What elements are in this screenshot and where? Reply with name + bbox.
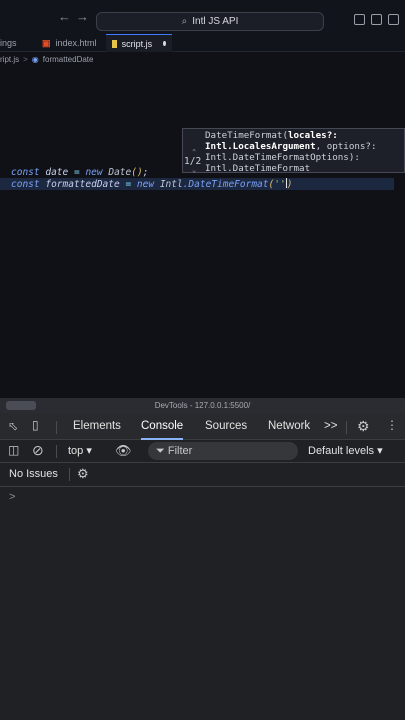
javascript-file-icon	[112, 39, 117, 48]
context-selector[interactable]: top ▾	[68, 444, 92, 457]
code-line[interactable]: const date = new Date();	[11, 167, 148, 178]
context-value: top	[68, 445, 84, 457]
show-sidebar-icon[interactable]: ◫	[8, 443, 19, 457]
signature-line: Intl.LocalesArgument, options?:	[205, 141, 377, 152]
devtools-title-text: DevTools - 127.0.0.1:5500/	[154, 401, 251, 410]
divider	[56, 445, 57, 458]
breadcrumb: ript.js > ◉ formattedDate	[0, 53, 93, 66]
console-filter-input[interactable]: ⏷ Filter	[148, 442, 298, 460]
tab-label: script.js	[121, 38, 153, 49]
keyword: const	[11, 179, 40, 190]
operator: =	[125, 179, 132, 190]
tab-sources[interactable]: Sources	[205, 413, 247, 440]
member-name: .DateTimeFormat	[182, 179, 269, 190]
signature-line: Intl.DateTimeFormat	[205, 163, 377, 174]
operator: =	[73, 167, 80, 178]
clear-console-icon[interactable]: ⊘	[32, 442, 44, 459]
tab-network[interactable]: Network	[268, 413, 310, 440]
more-tabs-icon[interactable]: >>	[324, 413, 337, 440]
code-line-active[interactable]: const formattedDate = new Intl.DateTimeF…	[0, 178, 394, 190]
signature-part: Intl.DateTimeFormatOptions):	[205, 152, 360, 163]
arrow-left-icon[interactable]: ←	[58, 9, 71, 25]
layout-controls	[354, 14, 399, 25]
settings-gear-icon[interactable]: ⚙	[357, 418, 370, 435]
breadcrumb-symbol[interactable]: formattedDate	[43, 55, 94, 64]
tab-elements[interactable]: Elements	[73, 413, 121, 440]
semicolon: ;	[142, 167, 149, 178]
tab-label: index.html	[55, 38, 97, 48]
code-editor[interactable]: const date = new Date(); const formatted…	[0, 66, 405, 398]
namespace-name: Intl	[159, 179, 183, 190]
toggle-primary-sidebar-icon[interactable]	[354, 14, 365, 25]
breadcrumb-file[interactable]: ript.js	[0, 55, 19, 64]
chevron-down-icon[interactable]: ⌄	[192, 166, 196, 174]
chevron-right-icon: >	[23, 55, 28, 64]
device-toolbar-icon[interactable]: ▯	[32, 418, 39, 432]
string-literal: ''	[274, 179, 286, 190]
signature-line: DateTimeFormat(locales?:	[205, 130, 377, 141]
close-paren: )	[286, 179, 293, 190]
devtools-tab-bar: ⬁ ▯ Elements Console Sources Network >> …	[0, 413, 405, 440]
signature-line: Intl.DateTimeFormatOptions):	[205, 152, 377, 163]
html5-icon: ▣	[42, 37, 51, 48]
search-label: Intl JS API	[192, 16, 239, 27]
divider	[346, 421, 347, 434]
toggle-secondary-sidebar-icon[interactable]	[388, 14, 399, 25]
command-center-search[interactable]: ⌕ Intl JS API	[96, 12, 324, 31]
filter-placeholder: Filter	[167, 445, 193, 457]
active-parameter-type: Intl.LocalesArgument	[205, 141, 316, 152]
keyword: new	[85, 167, 103, 178]
tab-script-js[interactable]: script.js	[106, 34, 172, 52]
search-icon: ⌕	[181, 16, 188, 27]
signature-part: , options?:	[315, 141, 377, 152]
signature-help-popup[interactable]: ⌃ 1/2 ⌄ DateTimeFormat(locales?: Intl.Loc…	[182, 128, 405, 174]
keyword: const	[11, 167, 40, 178]
inspect-element-icon[interactable]: ⬁	[8, 419, 18, 433]
divider	[69, 468, 70, 481]
issues-bar: No Issues ⚙	[0, 463, 405, 487]
filter-icon: ⏷	[156, 445, 165, 457]
identifier: formattedDate	[45, 179, 120, 190]
chevron-up-icon[interactable]: ⌃	[192, 148, 196, 156]
issues-count[interactable]: No Issues	[9, 468, 58, 480]
signature-part: Intl.DateTimeFormat	[205, 163, 311, 174]
console-prompt-chevron-icon[interactable]: >	[9, 491, 15, 503]
toggle-panel-icon[interactable]	[371, 14, 382, 25]
tab-settings[interactable]: ings	[0, 34, 23, 52]
identifier: date	[45, 167, 69, 178]
signature-part: DateTimeFormat(	[205, 130, 288, 141]
unsaved-dot-icon[interactable]	[163, 41, 166, 46]
editor-title-bar: ← → ⌕ Intl JS API	[0, 0, 405, 34]
dropdown-arrow-icon: ▾	[377, 445, 383, 457]
signature-text: DateTimeFormat(locales?: Intl.LocalesArgu…	[205, 130, 377, 174]
tab-console[interactable]: Console	[130, 413, 194, 440]
levels-value: Default levels	[308, 445, 375, 457]
live-expression-eye-icon[interactable]: 👁	[115, 443, 132, 459]
arrow-right-icon[interactable]: →	[76, 9, 89, 25]
console-settings-gear-icon[interactable]: ⚙	[77, 466, 89, 482]
devtools-window-title: DevTools - 127.0.0.1:5500/	[0, 398, 405, 413]
dropdown-arrow-icon: ▾	[86, 445, 92, 457]
tab-index-html[interactable]: ▣ index.html	[36, 34, 103, 52]
parens: ()	[131, 167, 143, 178]
console-output[interactable]: >	[0, 487, 405, 720]
log-levels-dropdown[interactable]: Default levels ▾	[308, 444, 383, 457]
console-toolbar: ◫ ⊘ top ▾ 👁 ⏷ Filter Default levels ▾	[0, 440, 405, 463]
keyword: new	[136, 179, 155, 190]
more-options-icon[interactable]: ⋮	[386, 418, 398, 432]
class-name: Date	[108, 167, 132, 178]
window-controls[interactable]	[6, 401, 36, 410]
symbol-variable-icon: ◉	[31, 55, 39, 64]
divider	[56, 421, 57, 434]
editor-tabs: ings ▣ index.html script.js	[0, 34, 405, 52]
active-parameter: locales?:	[287, 130, 338, 141]
tab-label: ings	[0, 38, 17, 48]
